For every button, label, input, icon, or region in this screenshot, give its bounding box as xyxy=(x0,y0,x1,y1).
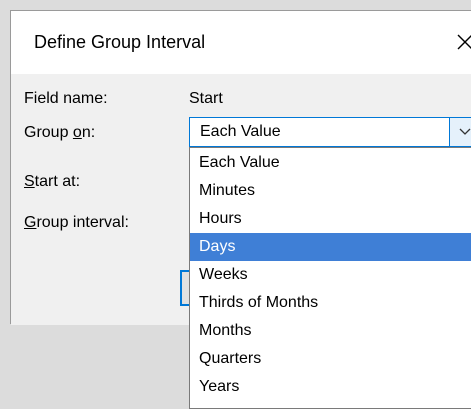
close-icon xyxy=(457,34,471,50)
combo-dropdown-button[interactable] xyxy=(449,118,471,146)
start-at-label-post: tart at: xyxy=(34,173,81,190)
group-on-combobox[interactable]: Each Value xyxy=(189,117,471,147)
group-interval-label-post: roup interval: xyxy=(36,214,129,231)
group-on-label-accesskey: o xyxy=(72,124,82,141)
group-on-dropdown-list: Each Value Minutes Hours Days Weeks Thir… xyxy=(189,147,471,409)
chevron-down-icon xyxy=(459,128,471,135)
group-on-label-post: n: xyxy=(81,124,96,141)
option-weeks[interactable]: Weeks xyxy=(190,261,471,289)
close-button[interactable] xyxy=(451,25,471,57)
option-minutes[interactable]: Minutes xyxy=(190,177,471,205)
group-interval-label: Group interval: xyxy=(24,214,129,232)
option-days[interactable]: Days xyxy=(190,233,471,261)
group-interval-label-accesskey: G xyxy=(24,214,37,231)
group-on-label: Group on: xyxy=(24,124,95,142)
dialog-title: Define Group Interval xyxy=(34,32,206,52)
ok-button-partial[interactable] xyxy=(180,270,189,306)
option-thirds-of-months[interactable]: Thirds of Months xyxy=(190,289,471,317)
option-years[interactable]: Years xyxy=(190,373,471,401)
option-each-value[interactable]: Each Value xyxy=(190,149,471,177)
start-at-label: Start at: xyxy=(24,173,80,191)
option-hours[interactable]: Hours xyxy=(190,205,471,233)
option-quarters[interactable]: Quarters xyxy=(190,345,471,373)
field-name-value: Start xyxy=(189,90,223,107)
field-name-label: Field name: xyxy=(24,90,108,107)
start-at-label-accesskey: S xyxy=(24,173,35,190)
option-months[interactable]: Months xyxy=(190,317,471,345)
group-on-selected-value: Each Value xyxy=(200,123,281,140)
group-on-label-pre: Group xyxy=(24,124,73,141)
